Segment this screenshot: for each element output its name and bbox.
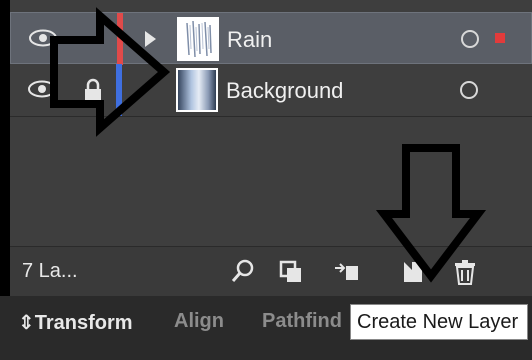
tab-align[interactable]: Align: [174, 310, 224, 333]
eye-icon[interactable]: [28, 80, 56, 98]
layer-name[interactable]: Rain: [227, 27, 272, 53]
layers-footer: 7 La...: [10, 246, 532, 297]
move-to-layer-icon[interactable]: [332, 257, 362, 287]
tooltip: Create New Layer: [350, 304, 528, 340]
collapse-arrows-icon: ⇕: [18, 312, 35, 334]
layer-row-background[interactable]: Background: [10, 64, 532, 117]
layer-thumbnail: [176, 68, 218, 112]
layer-color-bar: [117, 13, 123, 65]
tab-transform[interactable]: ⇕Transform: [18, 310, 133, 335]
search-icon[interactable]: [228, 257, 258, 287]
expand-triangle-icon[interactable]: [143, 30, 157, 48]
layer-color-bar: [116, 64, 122, 116]
clipping-mask-icon[interactable]: [276, 257, 306, 287]
layer-name[interactable]: Background: [226, 78, 343, 104]
layer-row-rain[interactable]: Rain: [10, 12, 532, 65]
lock-icon[interactable]: [82, 78, 104, 102]
create-new-layer-icon[interactable]: [398, 257, 428, 287]
layer-target-circle[interactable]: [460, 81, 478, 99]
selection-indicator[interactable]: [495, 33, 505, 43]
eye-icon[interactable]: [29, 29, 57, 47]
tab-pathfinder[interactable]: Pathfind: [262, 310, 342, 333]
layer-thumbnail: [177, 17, 219, 61]
layer-count: 7 La...: [22, 260, 78, 282]
layer-target-circle[interactable]: [461, 30, 479, 48]
trash-icon[interactable]: [450, 257, 480, 287]
